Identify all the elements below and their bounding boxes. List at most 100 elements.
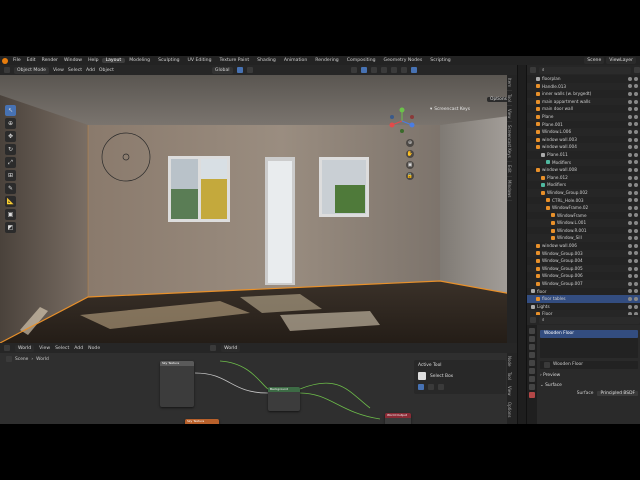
- eye-icon[interactable]: [628, 107, 632, 112]
- outliner-row[interactable]: Plane.011: [527, 151, 640, 159]
- viewport-menu-view[interactable]: View: [53, 68, 64, 73]
- outliner-row[interactable]: window wall.004: [527, 143, 640, 151]
- properties-search-input[interactable]: ⌕: [539, 316, 640, 324]
- eye-icon[interactable]: [628, 91, 632, 96]
- world-output-node[interactable]: World Output: [385, 413, 411, 424]
- camera-icon[interactable]: [634, 213, 638, 218]
- eye-icon[interactable]: [628, 236, 632, 241]
- tab-sculpting[interactable]: Sculpting: [154, 58, 183, 63]
- surface-section[interactable]: ⌄ Surface: [540, 382, 638, 389]
- outliner-row[interactable]: floor tables: [527, 295, 640, 303]
- outliner-row[interactable]: Modifiers: [527, 181, 640, 189]
- tab-scripting[interactable]: Scripting: [426, 58, 454, 63]
- camera-icon[interactable]: [634, 289, 638, 294]
- outliner-editor-icon[interactable]: [530, 67, 536, 73]
- tab-edit[interactable]: Edit: [507, 162, 512, 177]
- camera-icon[interactable]: [634, 205, 638, 210]
- eye-icon[interactable]: [628, 175, 632, 180]
- viewport-menu-select[interactable]: Select: [68, 68, 82, 73]
- measure-tool-icon[interactable]: 📐: [5, 196, 16, 207]
- eye-icon[interactable]: [628, 190, 632, 195]
- mode-selector[interactable]: Object Mode: [14, 66, 49, 74]
- eye-icon[interactable]: [628, 114, 632, 119]
- camera-icon[interactable]: [634, 243, 638, 248]
- properties-editor-icon[interactable]: [530, 317, 536, 323]
- shader-type-selector[interactable]: World: [15, 344, 35, 352]
- outliner-row[interactable]: Window.L.006: [527, 128, 640, 136]
- sky-node[interactable]: Sky Texture: [160, 361, 194, 407]
- outliner-row[interactable]: window wall.008: [527, 166, 640, 174]
- eye-icon[interactable]: [628, 297, 632, 302]
- tab-node[interactable]: Node: [507, 353, 512, 369]
- tab-texture-paint[interactable]: Texture Paint: [216, 58, 254, 63]
- camera-view-icon[interactable]: ▣: [406, 161, 414, 169]
- eye-icon[interactable]: [628, 243, 632, 248]
- viewport-menu-add[interactable]: Add: [86, 68, 95, 73]
- menu-window[interactable]: Window: [61, 58, 85, 63]
- camera-icon[interactable]: [634, 145, 638, 150]
- menu-edit[interactable]: Edit: [24, 58, 39, 63]
- outliner-row[interactable]: Window_Group.003: [527, 249, 640, 258]
- camera-icon[interactable]: [634, 183, 638, 188]
- tab-screencast-keys[interactable]: Screencast Keys: [507, 122, 512, 163]
- eye-icon[interactable]: [628, 145, 632, 150]
- chevron-down-icon[interactable]: ▾: [430, 107, 432, 112]
- outliner-row[interactable]: Window_Group.006: [527, 272, 640, 280]
- camera-icon[interactable]: [634, 129, 638, 134]
- select-mode-set-icon[interactable]: [418, 384, 424, 390]
- outliner-row[interactable]: Window_Group.004: [527, 257, 640, 265]
- eye-icon[interactable]: [628, 167, 632, 172]
- menu-render[interactable]: Render: [39, 58, 61, 63]
- output-tab-icon[interactable]: [529, 344, 535, 350]
- navigation-gizmo-icon[interactable]: [388, 107, 416, 135]
- snap-icon[interactable]: [236, 67, 243, 73]
- eye-icon[interactable]: [628, 84, 632, 89]
- eye-icon[interactable]: [628, 137, 632, 142]
- visibility-icon[interactable]: [350, 67, 357, 73]
- outliner-row[interactable]: Window_Group.007: [527, 280, 640, 288]
- eye-icon[interactable]: [628, 213, 632, 218]
- editor-type-icon[interactable]: [4, 67, 10, 73]
- eye-icon[interactable]: [628, 274, 632, 279]
- node-menu-node[interactable]: Node: [88, 346, 100, 351]
- outliner-row[interactable]: Window.L.001: [527, 219, 640, 227]
- camera-icon[interactable]: [634, 76, 638, 81]
- eye-icon[interactable]: [628, 160, 632, 165]
- filter-icon[interactable]: [634, 67, 640, 73]
- tab-layout[interactable]: Layout: [101, 58, 126, 63]
- eye-icon[interactable]: [628, 251, 632, 256]
- tab-item[interactable]: Item: [507, 75, 512, 92]
- camera-icon[interactable]: [634, 91, 638, 96]
- physics-tab-icon[interactable]: [529, 384, 535, 390]
- move-tool-icon[interactable]: ✥: [5, 131, 16, 142]
- camera-icon[interactable]: [634, 167, 638, 172]
- menu-help[interactable]: Help: [85, 58, 101, 63]
- tab-options[interactable]: Options: [507, 399, 512, 420]
- overlay-icon[interactable]: [370, 67, 377, 73]
- eye-icon[interactable]: [628, 99, 632, 104]
- tab-mindows[interactable]: Mindows: [507, 177, 512, 202]
- transform-tool-icon[interactable]: ⊞: [5, 170, 16, 181]
- background-node[interactable]: Background: [268, 387, 300, 411]
- material-selector[interactable]: Wooden Floor: [540, 361, 638, 369]
- editor-type-icon[interactable]: [4, 345, 10, 351]
- eye-icon[interactable]: [628, 281, 632, 286]
- surface-shader-selector[interactable]: Principled BSDF: [597, 391, 638, 396]
- eye-icon[interactable]: [628, 266, 632, 271]
- camera-icon[interactable]: [634, 84, 638, 89]
- outliner-row[interactable]: floorplan: [527, 75, 640, 83]
- camera-icon[interactable]: [634, 114, 638, 119]
- outliner-row[interactable]: Window_Group.002: [527, 188, 640, 197]
- world-selector[interactable]: World: [221, 344, 241, 352]
- view-layer-selector[interactable]: ViewLayer: [606, 57, 636, 64]
- tab-shading[interactable]: Shading: [253, 58, 280, 63]
- outliner-row[interactable]: Modifiers: [527, 158, 640, 167]
- eye-icon[interactable]: [628, 205, 632, 210]
- scene-tab-icon[interactable]: [529, 352, 535, 358]
- eye-icon[interactable]: [628, 289, 632, 294]
- shading-rendered-icon[interactable]: [410, 67, 417, 73]
- eye-icon[interactable]: [628, 122, 632, 127]
- outliner[interactable]: floorplan Handle.013 inner walls (w. bryge…: [527, 75, 640, 315]
- outliner-row[interactable]: Handle.013: [527, 82, 640, 91]
- camera-icon[interactable]: [634, 137, 638, 142]
